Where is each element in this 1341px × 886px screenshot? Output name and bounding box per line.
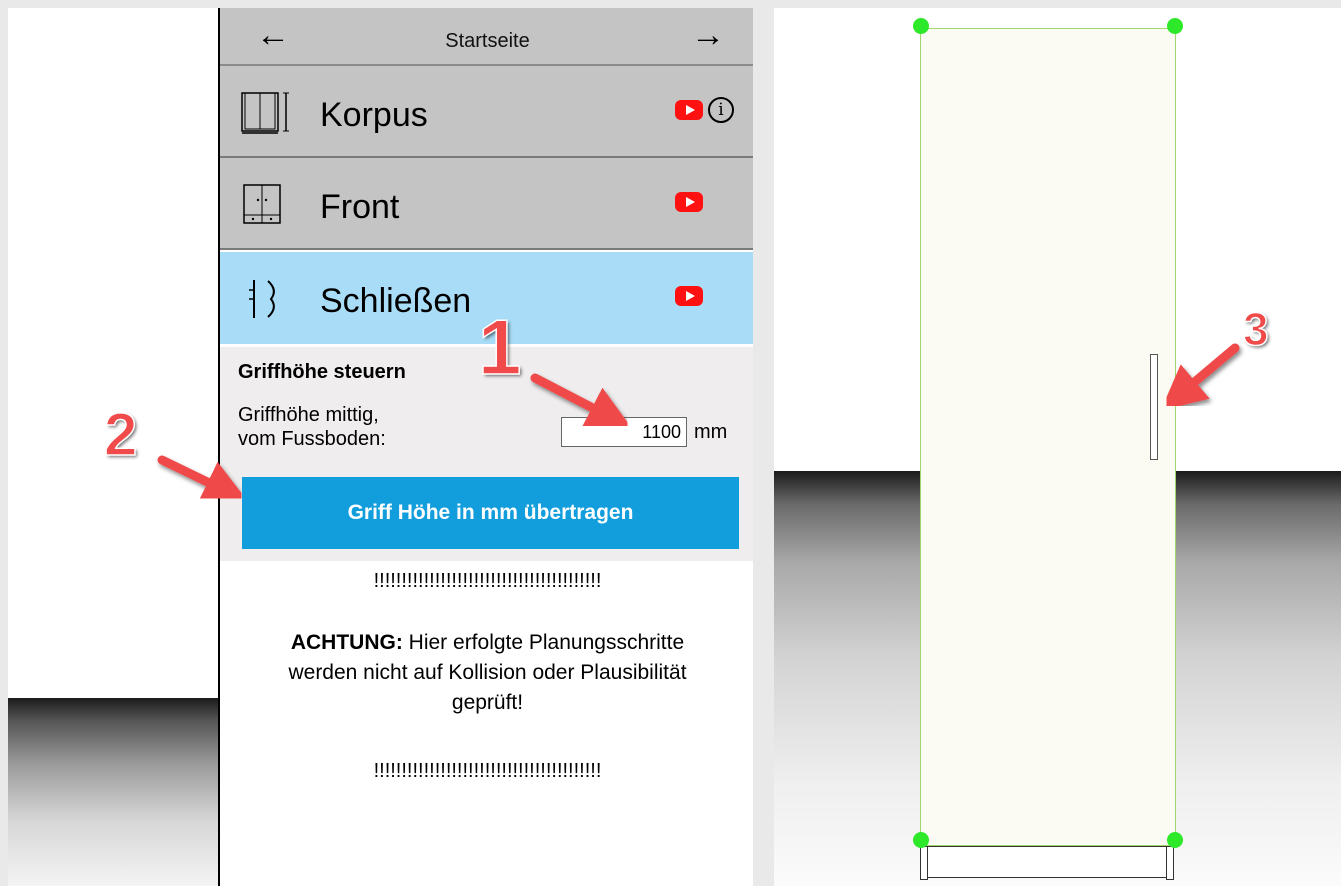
cabinet-front-icon xyxy=(243,184,281,224)
plinth-leg-left xyxy=(920,846,928,880)
nav-bar: ← Startseite → xyxy=(220,8,753,66)
annotation-number-2: 2 xyxy=(103,400,138,469)
corner-handle-bottom-left[interactable] xyxy=(913,832,929,848)
corner-handle-top-right[interactable] xyxy=(1167,18,1183,34)
handle-height-unit: mm xyxy=(694,421,728,443)
warning-separator-bottom: !!!!!!!!!!!!!!!!!!!!!!!!!!!!!!!!!!!!!!!!… xyxy=(373,760,602,782)
3d-viewport-floor xyxy=(8,698,220,886)
handle-height-label-line2: vom Fussboden: xyxy=(238,428,386,450)
warning-line3: geprüft! xyxy=(451,691,524,714)
configurator-panel: ← Startseite → Korpus i Front Schließen … xyxy=(218,8,753,886)
handle-height-input[interactable] xyxy=(561,417,687,447)
section-label: Front xyxy=(320,188,400,226)
section-label: Korpus xyxy=(320,96,428,134)
annotation-number-3: 3 xyxy=(1242,302,1269,356)
corner-handle-bottom-right[interactable] xyxy=(1167,832,1183,848)
handle-height-title: Griffhöhe steuern xyxy=(238,361,406,383)
youtube-video-icon[interactable] xyxy=(675,192,703,212)
cabinet-door[interactable] xyxy=(920,28,1176,846)
door-handle[interactable] xyxy=(1150,354,1158,460)
section-korpus[interactable]: Korpus i xyxy=(220,66,753,158)
warning-separator-top: !!!!!!!!!!!!!!!!!!!!!!!!!!!!!!!!!!!!!!!!… xyxy=(373,570,602,592)
plinth-leg-right xyxy=(1166,846,1174,880)
warning-heading: ACHTUNG: xyxy=(290,631,403,654)
apply-handle-height-button[interactable]: Griff Höhe in mm übertragen xyxy=(242,477,739,549)
right-screenshot-3d-view xyxy=(774,8,1341,886)
warning-line2: werden nicht auf Kollision oder Plausibi… xyxy=(288,661,687,684)
section-front[interactable]: Front xyxy=(220,158,753,250)
section-label: Schließen xyxy=(320,282,472,320)
info-icon[interactable]: i xyxy=(708,97,734,123)
annotation-number-1: 1 xyxy=(477,302,522,392)
warning-text: ACHTUNG: Hier erfolgte Planungsschritte … xyxy=(240,628,735,718)
closing-icon xyxy=(249,280,275,318)
youtube-video-icon[interactable] xyxy=(675,100,703,120)
cabinet-body-icon xyxy=(241,92,289,134)
warning-line1: ACHTUNG: Hier erfolgte Planungsschritte xyxy=(240,628,735,658)
warning-line1-text: Hier erfolgte Planungsschritte xyxy=(408,631,685,654)
handle-height-label-line1: Griffhöhe mittig, xyxy=(238,404,379,426)
cabinet-plinth xyxy=(922,846,1174,878)
nav-title[interactable]: Startseite xyxy=(220,30,753,53)
handle-height-label: Griffhöhe mittig, vom Fussboden: xyxy=(238,403,498,451)
forward-arrow-icon[interactable]: → xyxy=(691,18,725,52)
youtube-video-icon[interactable] xyxy=(675,286,703,306)
corner-handle-top-left[interactable] xyxy=(913,18,929,34)
